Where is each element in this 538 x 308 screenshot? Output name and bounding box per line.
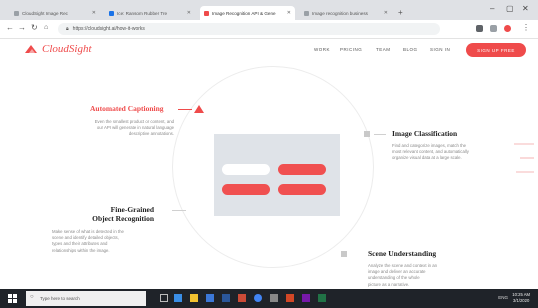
back-icon[interactable]: ← — [6, 23, 14, 32]
app-icon[interactable] — [174, 294, 182, 302]
browser-tab-label: CloudSight Image Rec — [22, 10, 68, 16]
sign-up-button[interactable]: SIGN UP FREE — [466, 43, 526, 57]
connector-line — [178, 109, 192, 110]
feature-title-scene[interactable]: Scene Understanding — [368, 249, 436, 258]
minimize-button[interactable]: – — [490, 4, 494, 13]
powerpoint-icon[interactable] — [286, 294, 294, 302]
taskbar-search[interactable]: ○ Type here to search — [26, 291, 146, 306]
mockup-pill — [278, 184, 326, 195]
mockup-pill — [222, 164, 270, 175]
favicon-icon — [14, 10, 19, 16]
url-text: https://cloudsight.ai/how-it-works — [72, 26, 145, 32]
lock-icon: 🔒︎ — [66, 26, 69, 32]
tray-language[interactable]: ENG — [498, 295, 508, 300]
app-icon[interactable] — [270, 294, 278, 302]
browser-tab-strip: CloudSight Image Rec ✕ Ice: Ransom Rubbe… — [0, 0, 538, 20]
nav-item-team[interactable]: TEAM — [376, 47, 391, 52]
taskbar: ○ Type here to search ENG 10:25 AM 3/1/2… — [0, 289, 538, 308]
close-tab-icon[interactable]: ✕ — [384, 10, 388, 16]
feature-title-fine-grained[interactable]: Fine-Grained Object Recognition — [74, 205, 154, 223]
browser-tab-label: Ice: Ransom Rubber Tre — [117, 10, 168, 16]
profile-avatar[interactable] — [504, 25, 511, 32]
active-marker-icon — [194, 105, 204, 113]
mockup-pill — [278, 164, 326, 175]
marker-icon — [364, 131, 370, 137]
nav-item-sign-in[interactable]: SIGN IN — [430, 47, 450, 52]
search-placeholder: Type here to search — [40, 296, 80, 301]
browser-tab-label: Image Recognition API & Gene — [212, 10, 276, 16]
app-icon[interactable] — [206, 294, 214, 302]
browser-tab[interactable]: Image recognition business ✕ — [300, 6, 392, 20]
nav-item-work[interactable]: WORK — [314, 47, 330, 52]
connector-line — [374, 134, 386, 135]
title-line: Fine-Grained — [110, 205, 154, 214]
close-tab-icon[interactable]: ✕ — [287, 10, 291, 16]
decorative-dashes — [514, 143, 534, 173]
favicon-icon — [204, 10, 209, 16]
word-icon[interactable] — [222, 294, 230, 302]
chrome-icon[interactable] — [254, 294, 262, 302]
title-line: Object Recognition — [92, 214, 154, 223]
feature-title-classification[interactable]: Image Classification — [392, 129, 457, 138]
connector-line — [172, 210, 186, 211]
forward-icon[interactable]: → — [18, 23, 26, 32]
home-icon[interactable]: ⌂ — [44, 24, 48, 31]
nav-item-pricing[interactable]: PRICING — [340, 47, 362, 52]
mockup-pill — [222, 184, 270, 195]
menu-icon[interactable]: ⋮ — [522, 23, 530, 32]
search-icon: ○ — [30, 294, 34, 300]
cloud-icon — [25, 45, 37, 53]
desc-line: descriptive annotations. — [128, 131, 174, 137]
maximize-button[interactable]: ▢ — [506, 4, 514, 13]
reload-icon[interactable]: ↻ — [31, 23, 38, 32]
extension-icon[interactable] — [476, 25, 483, 32]
clock-date: 3/1/2020 — [512, 298, 530, 303]
folder-icon[interactable] — [190, 294, 198, 302]
nav-item-blog[interactable]: BLOG — [403, 47, 418, 52]
feature-desc-classification: Find and categorize images, match the mo… — [392, 143, 502, 162]
windows-start-icon[interactable] — [8, 294, 17, 303]
desc-line: organize visual data at a large scale. — [392, 155, 462, 161]
address-bar[interactable]: 🔒︎ https://cloudsight.ai/how-it-works — [58, 23, 440, 35]
marker-icon — [341, 251, 347, 257]
feature-desc-captioning: Even the smallest product or content, an… — [72, 119, 174, 138]
app-icon[interactable] — [302, 294, 310, 302]
logo[interactable]: CloudSight — [24, 43, 92, 55]
taskbar-clock[interactable]: 10:25 AM 3/1/2020 — [512, 292, 530, 304]
close-tab-icon[interactable]: ✕ — [187, 10, 191, 16]
new-tab-button[interactable]: + — [398, 8, 403, 17]
close-window-button[interactable]: ✕ — [522, 4, 529, 13]
browser-toolbar: ← → ↻ ⌂ 🔒︎ https://cloudsight.ai/how-it-… — [0, 20, 538, 39]
favicon-icon — [304, 10, 309, 16]
close-tab-icon[interactable]: ✕ — [92, 10, 96, 16]
logo-text: CloudSight — [42, 43, 92, 55]
browser-tab[interactable]: Ice: Ransom Rubber Tre ✕ — [105, 6, 195, 20]
browser-tab-label: Image recognition business — [312, 10, 368, 16]
feature-desc-scene: Analyze the scene and context in an imag… — [368, 263, 478, 288]
app-icon[interactable] — [238, 294, 246, 302]
favicon-icon — [109, 10, 114, 16]
site-header: CloudSight WORK PRICING TEAM BLOG SIGN I… — [0, 38, 538, 62]
feature-title-captioning[interactable]: Automated Captioning — [90, 104, 164, 113]
desc-line: picture as a narrative. — [368, 281, 410, 287]
extension-icon[interactable] — [490, 25, 497, 32]
desc-line: relationships within the image. — [52, 247, 110, 253]
browser-tab[interactable]: CloudSight Image Rec ✕ — [10, 6, 100, 20]
mockup-card — [214, 134, 340, 216]
excel-icon[interactable] — [318, 294, 326, 302]
browser-tab-active[interactable]: Image Recognition API & Gene ✕ — [200, 6, 295, 20]
feature-desc-fine-grained: Make sense of what is detected in the sc… — [52, 229, 154, 254]
task-view-icon[interactable] — [160, 294, 168, 302]
